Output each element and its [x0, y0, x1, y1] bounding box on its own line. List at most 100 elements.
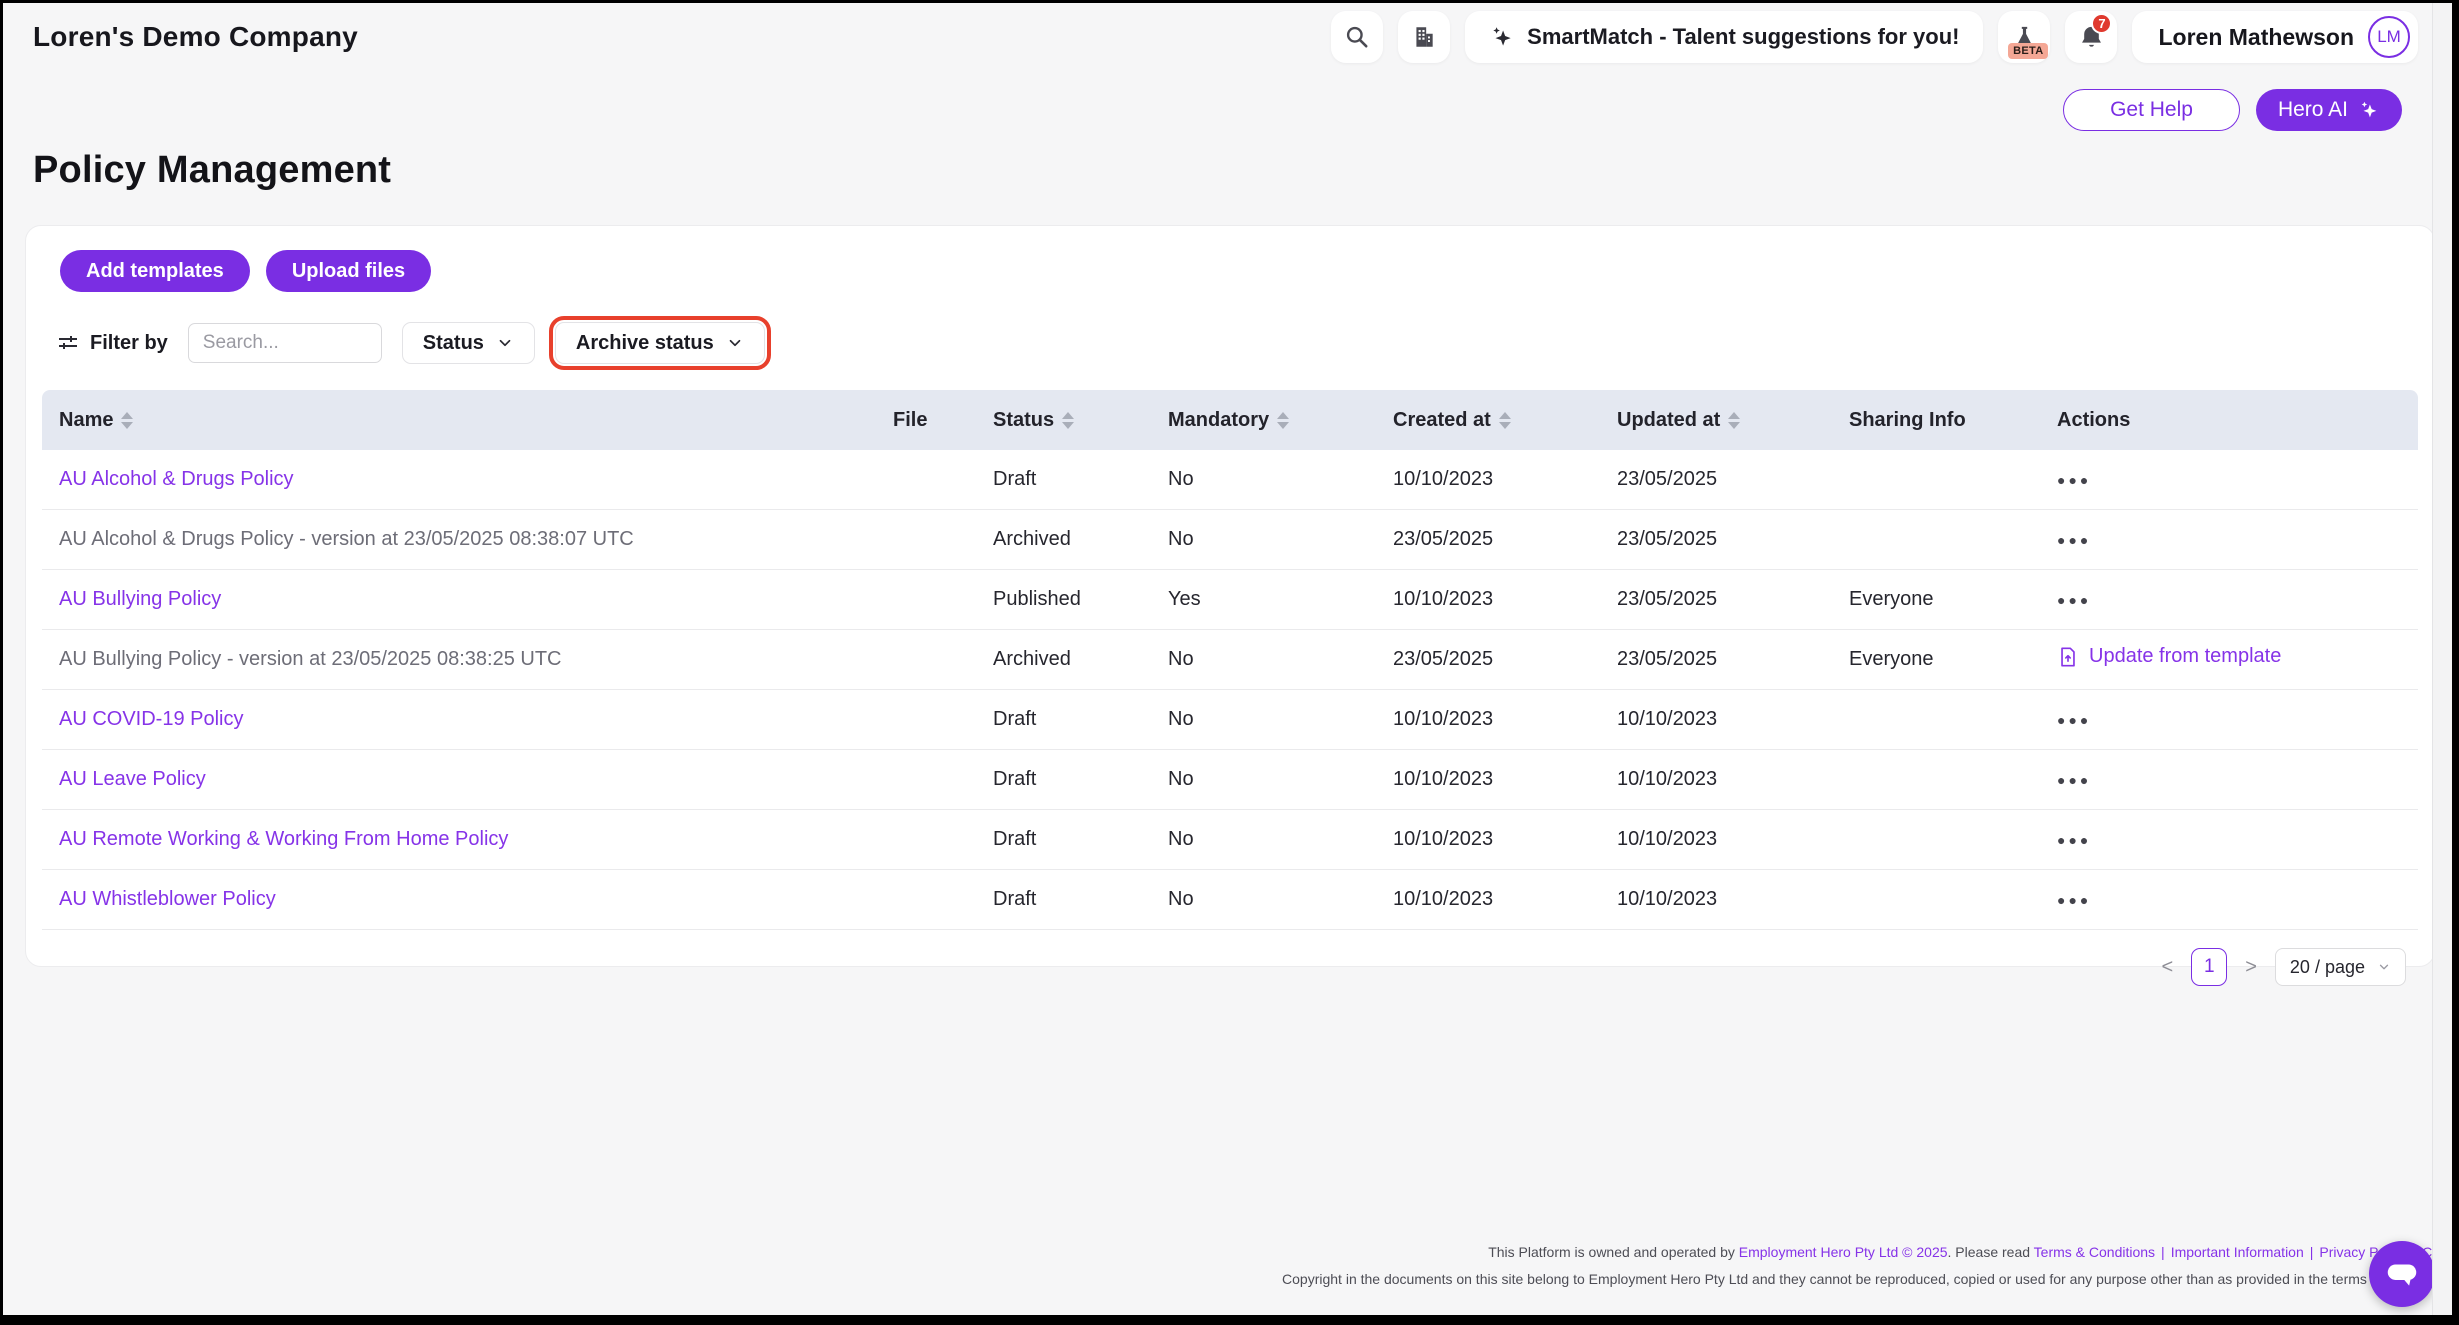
row-actions-menu-button[interactable]: ●●●: [2057, 772, 2091, 788]
policy-created-at: 10/10/2023: [1376, 768, 1600, 791]
row-actions-menu-button[interactable]: ●●●: [2057, 472, 2091, 488]
policy-updated-at: 10/10/2023: [1600, 708, 1832, 731]
footer-line-2: Copyright in the documents on this site …: [1282, 1271, 2452, 1287]
sort-icon[interactable]: [121, 412, 133, 429]
table-row: AU Remote Working & Working From Home Po…: [42, 810, 2418, 870]
beta-badge: BETA: [2008, 43, 2048, 59]
page-size-select[interactable]: 20 / page: [2275, 948, 2406, 986]
policy-mandatory: No: [1151, 528, 1376, 551]
policy-actions-cell: ●●●: [2040, 588, 2418, 611]
smartmatch-label: SmartMatch - Talent suggestions for you!: [1527, 24, 1959, 50]
footer-text: . Please read: [1948, 1244, 2034, 1260]
row-actions-menu-button[interactable]: ●●●: [2057, 892, 2091, 908]
policy-updated-at: 10/10/2023: [1600, 888, 1832, 911]
column-label: Name: [59, 409, 113, 432]
pagination-next-button[interactable]: >: [2241, 956, 2261, 979]
add-templates-button[interactable]: Add templates: [60, 250, 250, 292]
filter-icon: [56, 331, 80, 355]
beta-labs-button[interactable]: BETA: [1998, 11, 2050, 63]
archive-status-filter-dropdown[interactable]: Archive status: [555, 322, 765, 364]
topbar: Loren's Demo Company SmartMatch - Talent…: [33, 11, 2418, 63]
row-actions-menu-button[interactable]: ●●●: [2057, 712, 2091, 728]
policy-name: AU Alcohol & Drugs Policy - version at 2…: [42, 528, 876, 551]
terms-conditions-link[interactable]: Terms & Conditions: [2034, 1244, 2155, 1260]
card-actions: Add templates Upload files: [42, 250, 2418, 292]
policy-table-rows: AU Alcohol & Drugs Policy Draft No 10/10…: [42, 450, 2418, 930]
row-actions-menu-button[interactable]: ●●●: [2057, 592, 2091, 608]
hero-ai-button[interactable]: Hero AI: [2256, 89, 2402, 131]
table-row: AU Bullying Policy Published Yes 10/10/2…: [42, 570, 2418, 630]
footer-separator: |: [2161, 1244, 2165, 1260]
policy-card: Add templates Upload files Filter by Sta…: [25, 225, 2435, 967]
sort-icon[interactable]: [1062, 412, 1074, 429]
sort-icon[interactable]: [1728, 412, 1740, 429]
column-label: Mandatory: [1168, 409, 1269, 432]
notifications-button[interactable]: 7: [2065, 11, 2117, 63]
smartmatch-button[interactable]: SmartMatch - Talent suggestions for you!: [1465, 11, 1983, 63]
column-header-name[interactable]: Name: [42, 409, 876, 432]
pagination-prev-button[interactable]: <: [2158, 956, 2178, 979]
policy-updated-at: 23/05/2025: [1600, 468, 1832, 491]
policy-status: Draft: [976, 828, 1151, 851]
column-label: Actions: [2057, 409, 2130, 432]
row-actions-menu-button[interactable]: ●●●: [2057, 832, 2091, 848]
table-row: AU Leave Policy Draft No 10/10/2023 10/1…: [42, 750, 2418, 810]
policy-name[interactable]: AU Alcohol & Drugs Policy: [42, 468, 876, 491]
policy-name[interactable]: AU Leave Policy: [42, 768, 876, 791]
chevron-down-icon: [2377, 960, 2391, 974]
sparkle-icon: [1489, 24, 1515, 50]
column-header-created-at[interactable]: Created at: [1376, 409, 1600, 432]
column-header-status[interactable]: Status: [976, 409, 1151, 432]
policy-mandatory: No: [1151, 768, 1376, 791]
get-help-button[interactable]: Get Help: [2063, 89, 2240, 131]
footer: This Platform is owned and operated by E…: [1282, 1233, 2452, 1287]
column-header-updated-at[interactable]: Updated at: [1600, 409, 1832, 432]
policy-mandatory: No: [1151, 468, 1376, 491]
status-filter-dropdown[interactable]: Status: [402, 322, 535, 364]
column-label: Status: [993, 409, 1054, 432]
row-actions-menu-button[interactable]: ●●●: [2057, 532, 2091, 548]
policy-created-at: 10/10/2023: [1376, 708, 1600, 731]
column-header-actions: Actions: [2040, 409, 2418, 432]
policy-updated-at: 23/05/2025: [1600, 588, 1832, 611]
policy-name[interactable]: AU Bullying Policy: [42, 588, 876, 611]
table-row: AU Bullying Policy - version at 23/05/20…: [42, 630, 2418, 690]
important-information-link[interactable]: Important Information: [2171, 1244, 2304, 1260]
search-icon: [1344, 24, 1370, 50]
policy-table-header: Name File Status Mandatory Created at Updated…: [42, 390, 2418, 450]
table-row: AU COVID-19 Policy Draft No 10/10/2023 1…: [42, 690, 2418, 750]
upload-files-button[interactable]: Upload files: [266, 250, 431, 292]
add-templates-label: Add templates: [86, 260, 224, 283]
column-header-mandatory[interactable]: Mandatory: [1151, 409, 1376, 432]
policy-created-at: 23/05/2025: [1376, 648, 1600, 671]
page-title: Policy Management: [33, 149, 391, 192]
footer-line-1: This Platform is owned and operated by E…: [1282, 1244, 2452, 1260]
employment-hero-link[interactable]: Employment Hero Pty Ltd © 2025: [1739, 1244, 1948, 1260]
table-row: AU Alcohol & Drugs Policy Draft No 10/10…: [42, 450, 2418, 510]
sort-icon[interactable]: [1499, 412, 1511, 429]
policy-actions-cell: ●●●: [2040, 828, 2418, 851]
policy-actions-cell: Update from template: [2040, 645, 2418, 674]
user-menu[interactable]: Loren Mathewson LM: [2132, 11, 2418, 63]
building-icon: [1411, 24, 1437, 50]
update-from-template-label: Update from template: [2089, 645, 2281, 668]
sort-icon[interactable]: [1277, 412, 1289, 429]
policy-actions-cell: ●●●: [2040, 768, 2418, 791]
notification-count-badge: 7: [2091, 13, 2112, 34]
update-from-template-link[interactable]: Update from template: [2057, 645, 2281, 668]
policy-name[interactable]: AU Remote Working & Working From Home Po…: [42, 828, 876, 851]
policy-name[interactable]: AU COVID-19 Policy: [42, 708, 876, 731]
chat-widget-button[interactable]: [2369, 1241, 2435, 1307]
scrollbar[interactable]: [2432, 3, 2452, 1315]
column-label: Updated at: [1617, 409, 1720, 432]
policy-name[interactable]: AU Whistleblower Policy: [42, 888, 876, 911]
hero-ai-label: Hero AI: [2278, 98, 2348, 122]
footer-text: This Platform is owned and operated by: [1488, 1244, 1739, 1260]
global-search-button[interactable]: [1331, 11, 1383, 63]
column-label: File: [893, 409, 927, 432]
policy-mandatory: No: [1151, 888, 1376, 911]
search-input[interactable]: [188, 323, 382, 363]
organisation-switcher-button[interactable]: [1398, 11, 1450, 63]
pagination-page-1[interactable]: 1: [2191, 948, 2227, 986]
chevron-down-icon: [496, 334, 514, 352]
